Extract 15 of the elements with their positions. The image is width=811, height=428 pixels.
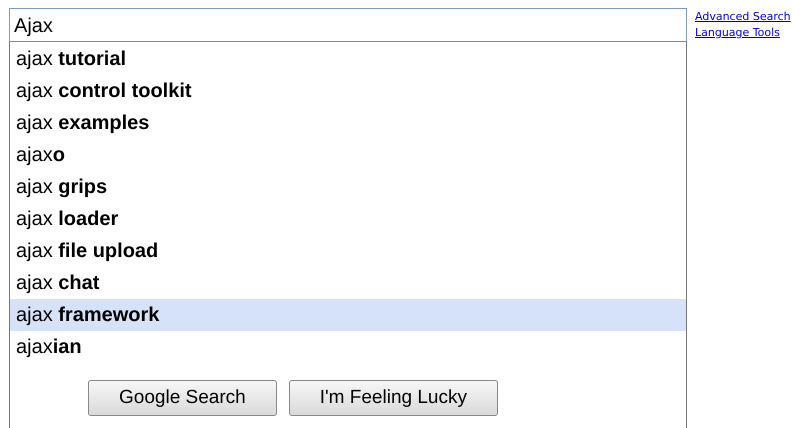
- link[interactable]: Language Tools: [695, 26, 791, 39]
- suggestion-item[interactable]: ajax control toolkit: [10, 75, 686, 107]
- suggestion-item[interactable]: ajax framework: [10, 299, 686, 331]
- search-button[interactable]: Google Search: [88, 380, 277, 416]
- search-field[interactable]: Ajax: [9, 8, 687, 42]
- suggestion-item[interactable]: ajaxo: [10, 139, 686, 171]
- suggestion-item[interactable]: ajax chat: [10, 267, 686, 299]
- suggestion-item[interactable]: ajaxian: [10, 331, 686, 363]
- suggestion-item[interactable]: ajax grips: [10, 171, 686, 203]
- search-button[interactable]: I'm Feeling Lucky: [288, 380, 498, 416]
- suggestion-item[interactable]: ajax examples: [10, 107, 686, 139]
- suggestion-item[interactable]: ajax tutorial: [10, 43, 686, 75]
- link[interactable]: Advanced Search: [695, 10, 791, 23]
- suggestion-item[interactable]: ajax file upload: [10, 235, 686, 267]
- suggestion-item[interactable]: ajax loader: [10, 203, 686, 235]
